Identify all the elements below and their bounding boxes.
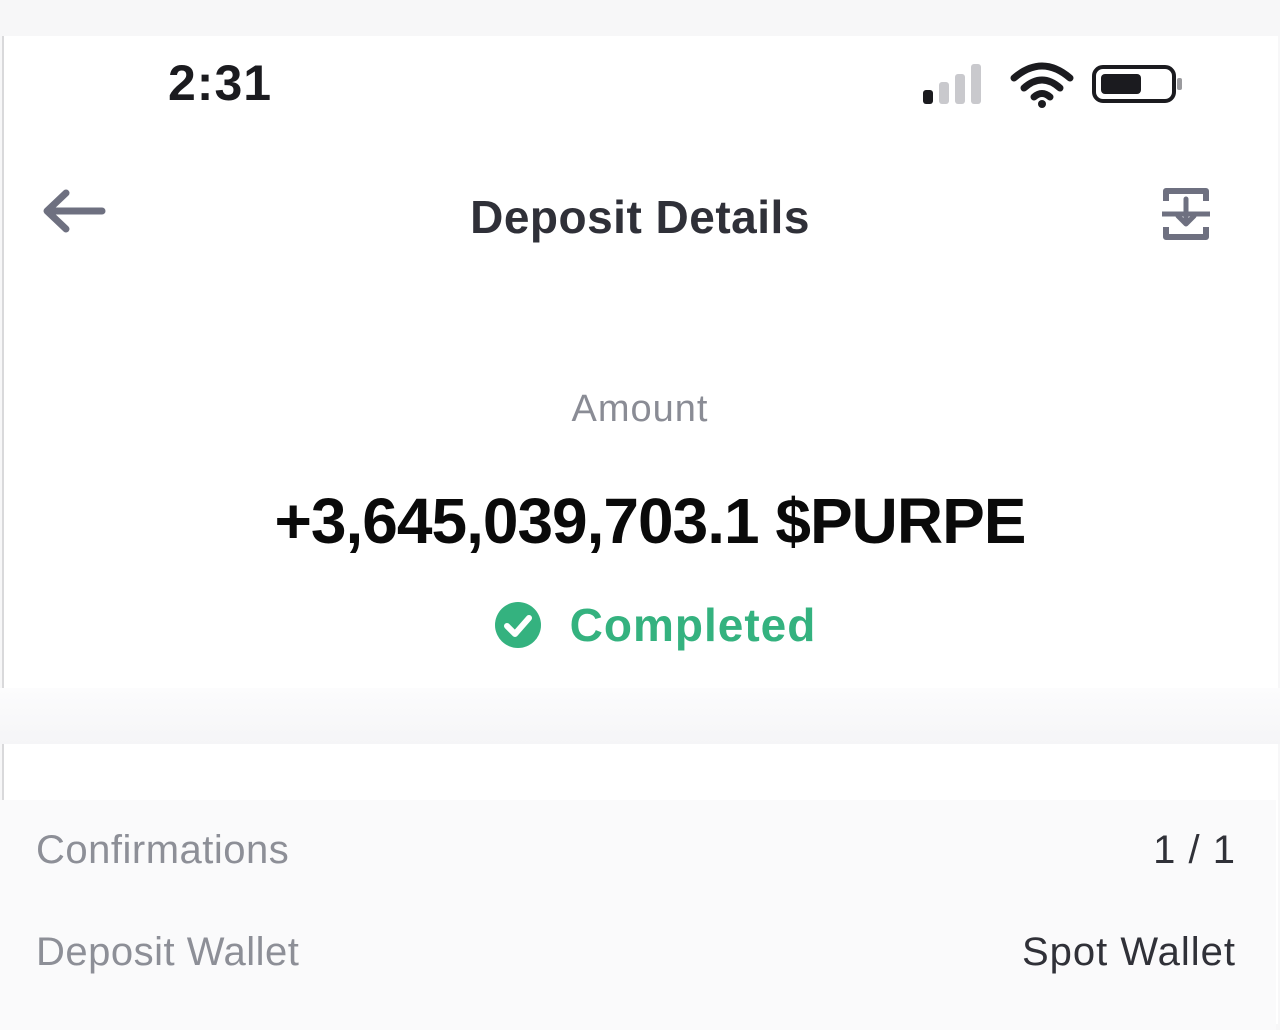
detail-row-deposit-wallet: Deposit Wallet Spot Wallet (36, 930, 1236, 990)
check-circle-icon (494, 602, 541, 648)
battery-icon (1092, 65, 1182, 103)
status-badge: Completed (0, 598, 1280, 652)
detail-label: Confirmations (36, 828, 290, 872)
amount-label: Amount (571, 388, 709, 430)
detail-value: 1 / 1 (1153, 828, 1236, 872)
wifi-icon (1010, 62, 1074, 108)
section-divider (0, 688, 1280, 744)
status-text: Completed (569, 599, 817, 651)
detail-value: Spot Wallet (1021, 930, 1236, 974)
page-title: Deposit Details (470, 191, 810, 243)
export-icon[interactable] (1160, 185, 1212, 243)
status-time: 2:31 (168, 55, 273, 111)
app-frame: 2:31 Deposit Details Amount +3,645,039,7… (0, 0, 1280, 1030)
detail-row-confirmations: Confirmations 1 / 1 (36, 828, 1236, 888)
detail-label: Deposit Wallet (36, 930, 300, 974)
signal-icon (923, 64, 993, 104)
amount-value: +3,645,039,703.1 $PURPE (274, 485, 1027, 557)
details-section: Confirmations 1 / 1 Deposit Wallet Spot … (0, 800, 1276, 1030)
